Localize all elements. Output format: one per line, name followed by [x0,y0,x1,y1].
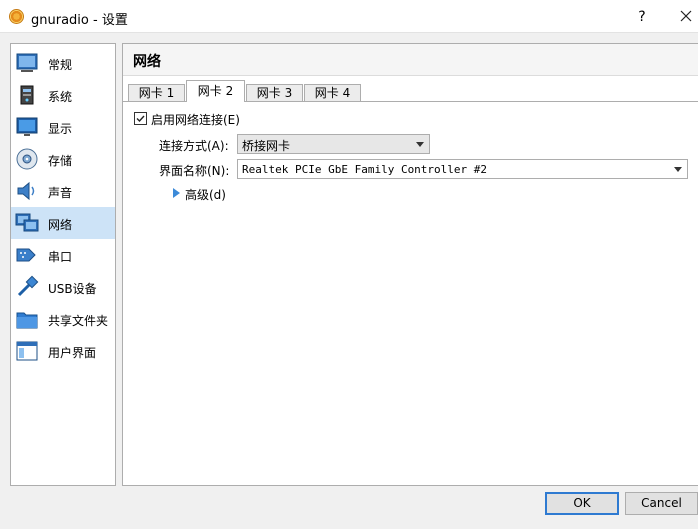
settings-category-list: 常规 系统 显示 存储 声音 网络 串口 USB设备 共享文件夹 用户界面 [10,43,116,486]
page-title: 网络 [133,54,161,70]
tab-adapter-4[interactable]: 网卡 4 [304,84,361,102]
sidebar-item-label: 常规 [48,58,73,72]
sidebar-item-label: USB设备 [48,282,97,296]
sidebar-item-label: 系统 [48,90,73,104]
interface-name-select[interactable]: Realtek PCIe GbE Family Controller #2 [237,159,688,179]
sidebar-item-label: 声音 [48,186,73,200]
sidebar-item-display[interactable]: 显示 [11,111,115,143]
shared-folder-icon [16,312,38,329]
sidebar-item-label: 网络 [48,218,73,232]
close-icon [680,10,692,22]
enable-adapter-checkbox[interactable] [134,112,147,125]
sidebar-item-label: 显示 [48,122,73,136]
sidebar-item-system[interactable]: 系统 [11,79,115,111]
network-settings-panel: 网络 网卡 1 网卡 2 网卡 3 网卡 4 启用网络连接(E) 连接方式(A)… [122,43,698,486]
attached-to-value: 桥接网卡 [242,139,291,153]
help-button[interactable]: ? [629,6,655,28]
sidebar-item-audio[interactable]: 声音 [11,175,115,207]
title-bar: gnuradio - 设置 ? [0,0,698,33]
close-button[interactable] [674,5,698,27]
sidebar-item-storage[interactable]: 存储 [11,143,115,175]
cancel-button[interactable]: Cancel [625,492,698,515]
user-interface-icon [16,341,38,361]
expand-triangle-icon [173,188,180,198]
ok-button[interactable]: OK [545,492,619,515]
general-icon [16,53,38,72]
system-icon [20,85,34,105]
display-icon [16,117,38,136]
chevron-down-icon [416,142,424,147]
sidebar-item-general[interactable]: 常规 [11,47,115,79]
window-title: gnuradio - 设置 [31,13,128,28]
serial-port-icon [16,248,36,262]
tab-adapter-3[interactable]: 网卡 3 [246,84,303,102]
sidebar-item-user-interface[interactable]: 用户界面 [11,335,115,367]
usb-icon [17,275,39,297]
sidebar-item-label: 存储 [48,154,73,168]
attached-to-select[interactable]: 桥接网卡 [237,134,430,154]
tab-adapter-1[interactable]: 网卡 1 [128,84,185,102]
interface-name-value: Realtek PCIe GbE Family Controller #2 [242,163,488,176]
interface-name-label: 界面名称(N): [159,164,230,178]
enable-adapter-label[interactable]: 启用网络连接(E) [151,111,240,128]
sidebar-item-label: 共享文件夹 [48,314,109,328]
sidebar-item-shared-folders[interactable]: 共享文件夹 [11,303,115,335]
sidebar-item-network[interactable]: 网络 [11,207,115,239]
sidebar-item-label: 用户界面 [48,346,97,360]
attached-to-label: 连接方式(A): [159,139,229,153]
sidebar-item-label: 串口 [48,250,73,264]
network-icon [15,213,39,232]
chevron-down-icon [674,167,682,172]
sidebar-item-usb[interactable]: USB设备 [11,271,115,303]
advanced-label: 高级(d) [185,188,226,202]
tab-adapter-2[interactable]: 网卡 2 [186,80,245,102]
sidebar-item-serial-port[interactable]: 串口 [11,239,115,271]
checkmark-icon [136,115,145,123]
virtualbox-vm-icon [9,9,24,24]
storage-icon [16,148,38,170]
audio-icon [17,181,35,201]
panel-header: 网络 [123,44,698,76]
